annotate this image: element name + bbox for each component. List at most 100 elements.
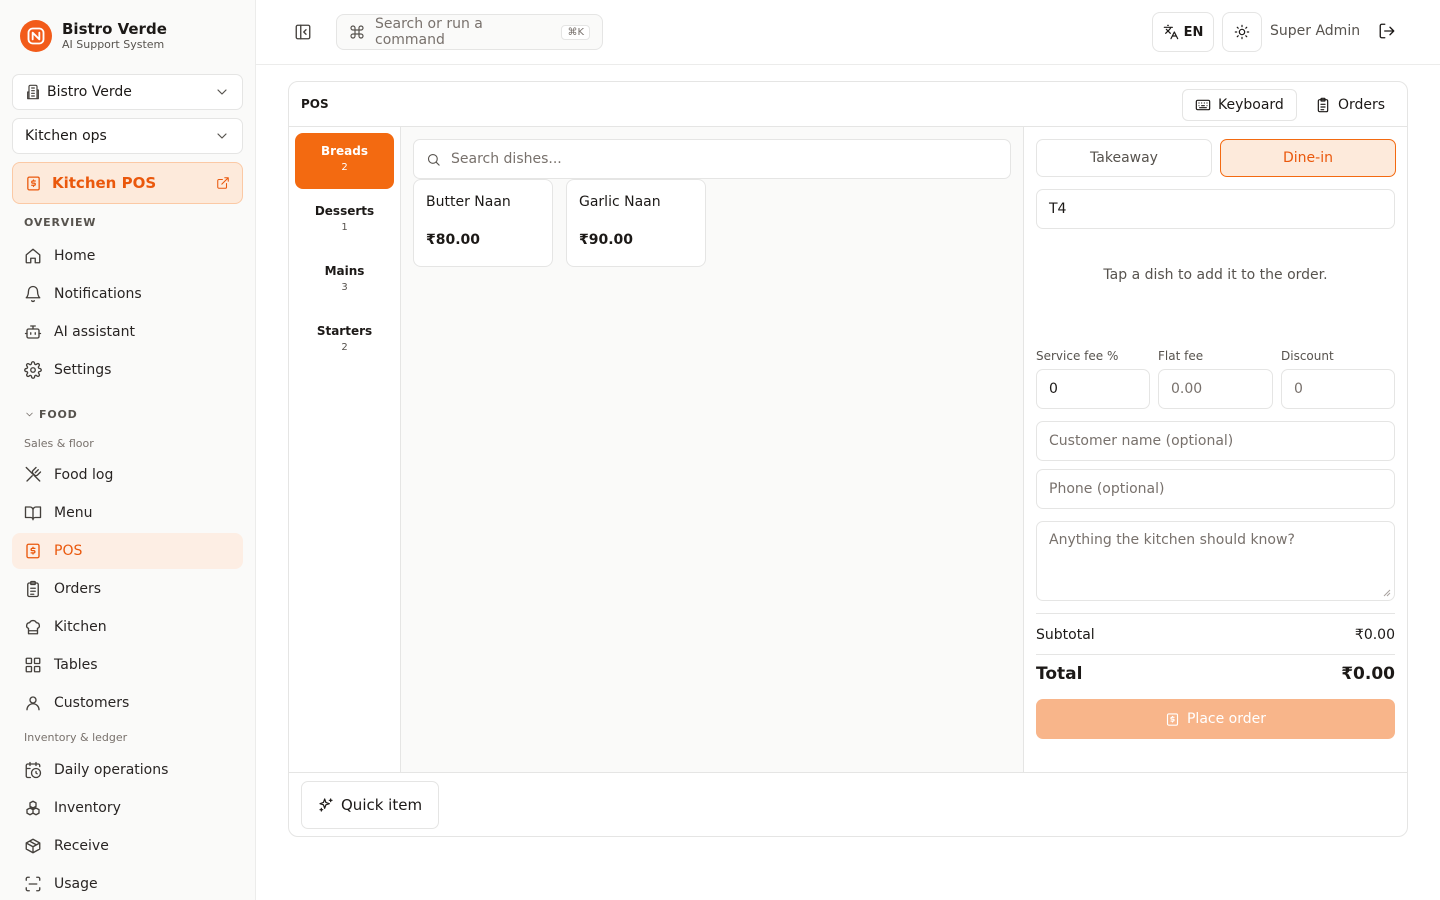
sidebar-item-label: POS — [54, 543, 83, 559]
orders-button[interactable]: Orders — [1302, 89, 1399, 121]
sidebar-item-notifications[interactable]: Notifications — [12, 276, 243, 312]
category-name: Mains — [324, 264, 365, 278]
category-count: 3 — [341, 282, 348, 293]
category-desserts[interactable]: Desserts 1 — [295, 193, 394, 249]
brand-logo-icon — [20, 20, 52, 52]
restaurant-select[interactable]: Bistro Verde — [12, 74, 243, 110]
sidebar-item-inventory[interactable]: Inventory — [12, 790, 243, 826]
quick-item-button[interactable]: Quick item — [301, 781, 440, 829]
sidebar-item-label: Notifications — [54, 286, 142, 302]
section-toggle-food[interactable]: FOOD — [24, 408, 78, 421]
customer-name-input[interactable]: Customer name (optional) — [1036, 421, 1395, 461]
building-icon — [25, 84, 41, 100]
category-name: Desserts — [314, 204, 375, 218]
sidebar-item-label: Usage — [54, 876, 98, 892]
command-search-placeholder: Search or run a command — [375, 16, 483, 48]
flat-fee-label: Flat fee — [1158, 349, 1204, 363]
pos-receipt-icon — [24, 542, 42, 560]
dish-search-input[interactable]: Search dishes... — [413, 139, 1011, 179]
kitchen-pos-link[interactable]: Kitchen POS — [12, 162, 243, 204]
keyboard-button[interactable]: Keyboard — [1182, 89, 1297, 121]
place-order-button[interactable]: Place order — [1036, 699, 1395, 739]
sidebar-item-settings[interactable]: Settings — [12, 352, 243, 388]
dish-panel: Search dishes... Butter Naan ₹80.00 Garl… — [401, 127, 1023, 772]
sidebar-item-label: Orders — [54, 581, 102, 597]
bot-icon — [24, 323, 42, 341]
sidebar-item-customers[interactable]: Customers — [12, 685, 243, 721]
sidebar: Bistro Verde AI Support System Bistro Ve… — [0, 0, 256, 900]
phone-input[interactable]: Phone (optional) — [1036, 469, 1395, 509]
category-mains[interactable]: Mains 3 — [295, 253, 394, 309]
category-name: Starters — [316, 324, 373, 338]
mode-dinein-button[interactable]: Dine-in — [1220, 139, 1396, 177]
mode-takeaway-button[interactable]: Takeaway — [1036, 139, 1212, 177]
gear-icon — [24, 361, 42, 379]
sparkles-icon — [318, 797, 341, 813]
section-label-food: FOOD — [39, 408, 78, 421]
subtotal-value: ₹0.00 — [1354, 627, 1395, 643]
command-icon — [349, 24, 365, 40]
translate-icon — [1163, 24, 1184, 40]
category-list: Breads 2 Desserts 1 Mains 3 Starters 2 — [289, 127, 401, 772]
kitchen-pos-label: Kitchen POS — [52, 174, 157, 192]
divider — [1036, 613, 1395, 614]
sidebar-item-kitchen[interactable]: Kitchen — [12, 609, 243, 645]
theme-toggle[interactable] — [1222, 12, 1262, 52]
service-fee-input[interactable]: 0 — [1036, 369, 1150, 409]
language-button[interactable]: EN — [1152, 12, 1214, 52]
total-row: Total ₹0.00 — [1036, 664, 1395, 684]
dish-card-butter-naan[interactable]: Butter Naan ₹80.00 — [413, 179, 553, 267]
boxes-icon — [24, 799, 42, 817]
sidebar-item-label: AI assistant — [54, 324, 135, 340]
bell-icon — [24, 285, 42, 303]
sidebar-toggle-icon[interactable] — [294, 23, 312, 41]
page-title: POS — [301, 97, 329, 111]
sidebar-item-daily-operations[interactable]: Daily operations — [12, 752, 243, 788]
category-starters[interactable]: Starters 2 — [295, 313, 394, 369]
discount-label: Discount — [1281, 349, 1334, 363]
external-link-icon — [216, 176, 230, 190]
total-label: Total — [1036, 664, 1083, 684]
group-label-inventory: Inventory & ledger — [24, 731, 128, 744]
sidebar-item-orders[interactable]: Orders — [12, 571, 243, 607]
chevron-down-icon — [24, 409, 35, 420]
sidebar-item-food-log[interactable]: Food log — [12, 457, 243, 493]
chef-hat-icon — [24, 618, 42, 636]
resize-grip-icon[interactable] — [1383, 589, 1391, 597]
sidebar-item-usage[interactable]: Usage — [12, 866, 243, 900]
package-icon — [24, 837, 42, 855]
home-icon — [24, 247, 42, 265]
command-search[interactable]: Search or run a command ⌘K — [336, 14, 603, 50]
search-icon — [426, 152, 451, 167]
workspace-select[interactable]: Kitchen ops — [12, 118, 243, 154]
subtotal-label: Subtotal — [1036, 627, 1095, 643]
discount-input[interactable]: 0 — [1281, 369, 1395, 409]
sidebar-item-label: Receive — [54, 838, 109, 854]
chevron-down-icon — [214, 84, 230, 100]
user-name[interactable]: Super Admin — [1270, 23, 1360, 39]
sidebar-item-home[interactable]: Home — [12, 238, 243, 274]
shortcut-badge: ⌘K — [561, 24, 590, 40]
keyboard-button-label: Keyboard — [1218, 97, 1284, 113]
category-breads[interactable]: Breads 2 — [295, 133, 394, 189]
sidebar-item-ai-assistant[interactable]: AI assistant — [12, 314, 243, 350]
category-name: Breads — [320, 144, 369, 158]
table-input[interactable]: T4 — [1036, 189, 1395, 229]
section-label-overview: OVERVIEW — [24, 216, 97, 229]
brand-name: Bistro Verde — [62, 20, 167, 38]
sidebar-item-label: Food log — [54, 467, 114, 483]
dish-card-garlic-naan[interactable]: Garlic Naan ₹90.00 — [566, 179, 706, 267]
dish-name: Garlic Naan — [579, 194, 661, 210]
sidebar-item-label: Settings — [54, 362, 112, 378]
flat-fee-input[interactable]: 0.00 — [1158, 369, 1273, 409]
sidebar-item-tables[interactable]: Tables — [12, 647, 243, 683]
brand[interactable]: Bistro Verde AI Support System — [20, 20, 167, 52]
sidebar-item-receive[interactable]: Receive — [12, 828, 243, 864]
sidebar-item-menu[interactable]: Menu — [12, 495, 243, 531]
pos-receipt-icon — [1165, 712, 1187, 727]
main-content: POS Keyboard Orders Breads 2 Desserts 1 … — [256, 65, 1440, 900]
kitchen-notes-textarea[interactable]: Anything the kitchen should know? — [1036, 521, 1395, 601]
sidebar-item-pos[interactable]: POS — [12, 533, 243, 569]
logout-icon[interactable] — [1378, 22, 1396, 40]
category-count: 2 — [341, 342, 348, 353]
